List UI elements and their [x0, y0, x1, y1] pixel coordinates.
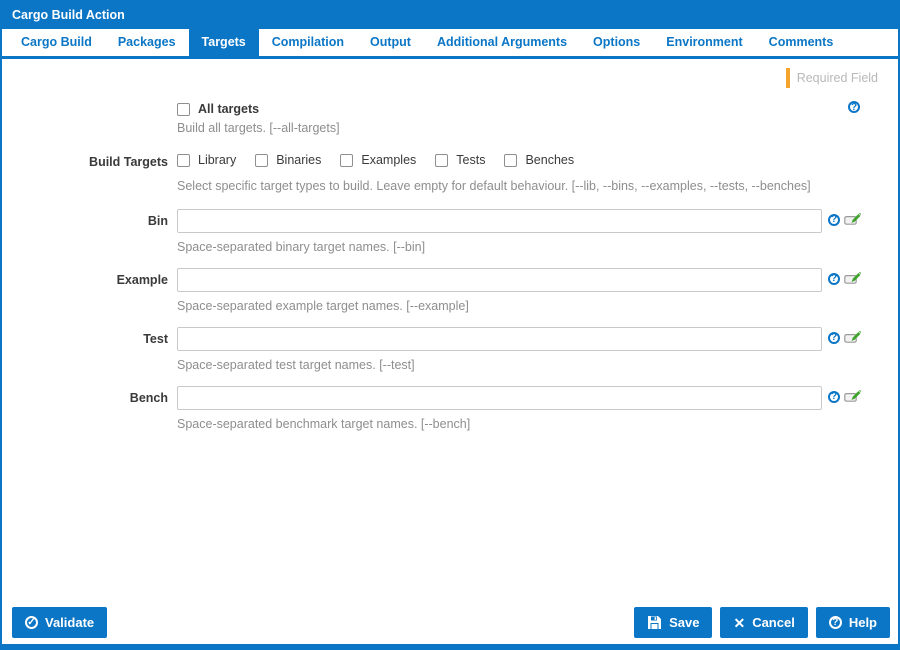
test-description: Space-separated test target names. [--te… — [177, 358, 415, 372]
library-checkbox[interactable] — [177, 153, 190, 167]
build-targets-option: Binaries — [255, 153, 321, 167]
bin-label: Bin — [147, 214, 168, 228]
required-field-label: Required Field — [796, 71, 878, 85]
build-targets-group: Library Binaries Examples Tests Benches — [177, 153, 574, 167]
cancel-button-label: Cancel — [752, 615, 795, 630]
bin-description: Space-separated binary target names. [--… — [177, 240, 426, 254]
tab-bar: Cargo Build Packages Targets Compilation… — [2, 29, 898, 59]
all-targets-checkbox[interactable] — [177, 102, 190, 116]
examples-checkbox[interactable] — [340, 153, 354, 167]
build-targets-option: Library — [177, 153, 236, 167]
test-input[interactable] — [177, 327, 822, 351]
all-targets-description: Build all targets. [--all-targets] — [177, 121, 340, 135]
save-button[interactable]: Save — [634, 607, 713, 638]
build-targets-label: Build Targets — [89, 155, 168, 169]
tab-targets[interactable]: Targets — [188, 29, 259, 56]
binaries-checkbox[interactable] — [255, 153, 269, 167]
footer-left: ✓ Validate — [12, 607, 108, 638]
bin-input-icons: ? — [828, 212, 861, 227]
tab-cargo-build[interactable]: Cargo Build — [8, 29, 105, 56]
tests-label: Tests — [456, 153, 486, 167]
example-label: Example — [116, 273, 168, 287]
build-targets-option: Benches — [504, 153, 574, 167]
bin-input[interactable] — [177, 209, 822, 233]
save-button-label: Save — [669, 615, 700, 630]
benches-label: Benches — [525, 153, 575, 167]
tab-environment[interactable]: Environment — [653, 29, 755, 56]
build-targets-description: Select specific target types to build. L… — [177, 179, 811, 193]
tab-additional-arguments[interactable]: Additional Arguments — [424, 29, 580, 56]
bench-input[interactable] — [177, 386, 822, 410]
test-input-icons: ? — [828, 330, 861, 345]
example-input[interactable] — [177, 268, 822, 292]
all-targets-row: All targets — [177, 102, 259, 116]
tab-options[interactable]: Options — [580, 29, 653, 56]
help-button[interactable]: ? Help — [815, 607, 890, 638]
footer-right: Save ✕ Cancel ? Help — [634, 607, 890, 638]
tab-compilation[interactable]: Compilation — [259, 29, 357, 56]
example-input-icons: ? — [828, 271, 861, 286]
save-floppy-icon — [647, 615, 662, 630]
build-targets-option: Examples — [340, 153, 416, 167]
all-targets-help-icon[interactable]: ? — [848, 101, 860, 113]
tab-output[interactable]: Output — [357, 29, 424, 56]
required-field-legend: Required Field — [785, 68, 878, 88]
bench-variable-edit-icon[interactable] — [844, 389, 861, 404]
test-variable-edit-icon[interactable] — [844, 330, 861, 345]
library-label: Library — [198, 153, 237, 167]
benches-checkbox[interactable] — [504, 153, 518, 167]
cancel-x-icon: ✕ — [733, 614, 746, 631]
example-variable-edit-icon[interactable] — [844, 271, 861, 286]
bin-variable-edit-icon[interactable] — [844, 212, 861, 227]
bench-help-icon[interactable]: ? — [828, 390, 840, 403]
bench-label: Bench — [129, 391, 168, 405]
task-dialog: Cargo Build Action Cargo Build Packages … — [0, 0, 900, 650]
bench-description: Space-separated benchmark target names. … — [177, 417, 471, 431]
test-label: Test — [143, 332, 168, 346]
examples-label: Examples — [361, 153, 417, 167]
tab-packages[interactable]: Packages — [105, 29, 189, 56]
example-help-icon[interactable]: ? — [828, 272, 840, 285]
bench-input-icons: ? — [828, 389, 861, 404]
binaries-label: Binaries — [276, 153, 322, 167]
cancel-button[interactable]: ✕ Cancel — [720, 607, 808, 638]
dialog-title: Cargo Build Action — [2, 2, 898, 29]
test-help-icon[interactable]: ? — [828, 331, 840, 344]
help-question-icon: ? — [828, 616, 842, 629]
bin-help-icon[interactable]: ? — [828, 213, 840, 226]
validate-button-label: Validate — [45, 615, 95, 630]
tests-checkbox[interactable] — [435, 153, 449, 167]
validate-button[interactable]: ✓ Validate — [12, 607, 108, 638]
build-targets-option: Tests — [435, 153, 485, 167]
all-targets-label: All targets — [198, 102, 260, 116]
example-description: Space-separated example target names. [-… — [177, 299, 469, 313]
tab-comments[interactable]: Comments — [756, 29, 847, 56]
validate-check-icon: ✓ — [25, 616, 38, 629]
help-button-label: Help — [848, 615, 877, 630]
required-field-marker — [785, 68, 790, 88]
